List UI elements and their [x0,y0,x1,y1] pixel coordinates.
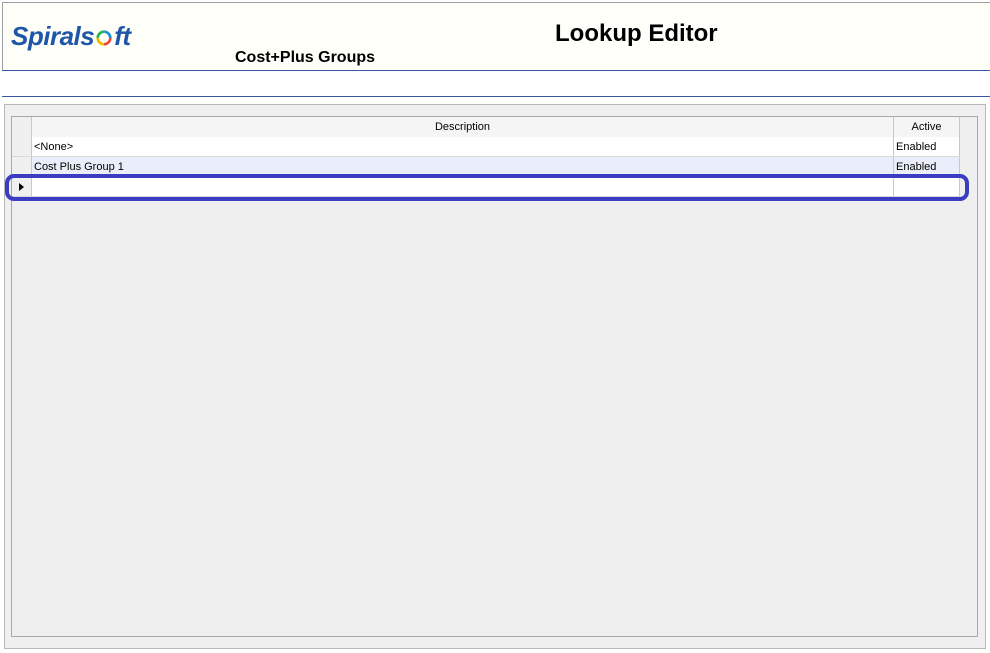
logo-text-end: ft [114,21,131,51]
description-cell[interactable]: Cost Plus Group 1 [32,157,894,176]
grid-rows: <None> Enabled Cost Plus Group 1 Enabled [12,137,960,197]
toolbar-divider [2,96,990,97]
table-row[interactable]: <None> Enabled [12,137,960,157]
spiral-o-icon [96,30,112,46]
new-row[interactable] [12,177,960,197]
spiralsoft-logo: Spirals ft [11,21,131,55]
new-description-cell[interactable] [32,177,894,196]
row-pointer-icon [19,182,24,191]
description-cell[interactable]: <None> [32,137,894,156]
logo-text-start: Spirals [11,21,95,51]
lookup-name: Cost+Plus Groups [235,49,376,66]
header-selector-cell [12,117,32,137]
column-header-active[interactable]: Active [894,117,960,137]
lookup-grid[interactable]: Description Active <None> Enabled Cost P… [11,116,978,637]
toolbar-band [2,71,990,96]
row-selector[interactable] [12,137,32,156]
grid-header: Description Active [12,117,960,138]
column-header-description[interactable]: Description [32,117,894,137]
app-header: Spirals ft Lookup Editor Cost+Plus Group… [2,2,990,71]
table-row[interactable]: Cost Plus Group 1 Enabled [12,157,960,177]
row-selector[interactable] [12,177,32,196]
page-title: Lookup Editor [555,20,718,47]
active-cell[interactable]: Enabled [894,137,960,156]
row-selector[interactable] [12,157,32,176]
new-active-cell[interactable] [894,177,960,196]
active-cell[interactable]: Enabled [894,157,960,176]
